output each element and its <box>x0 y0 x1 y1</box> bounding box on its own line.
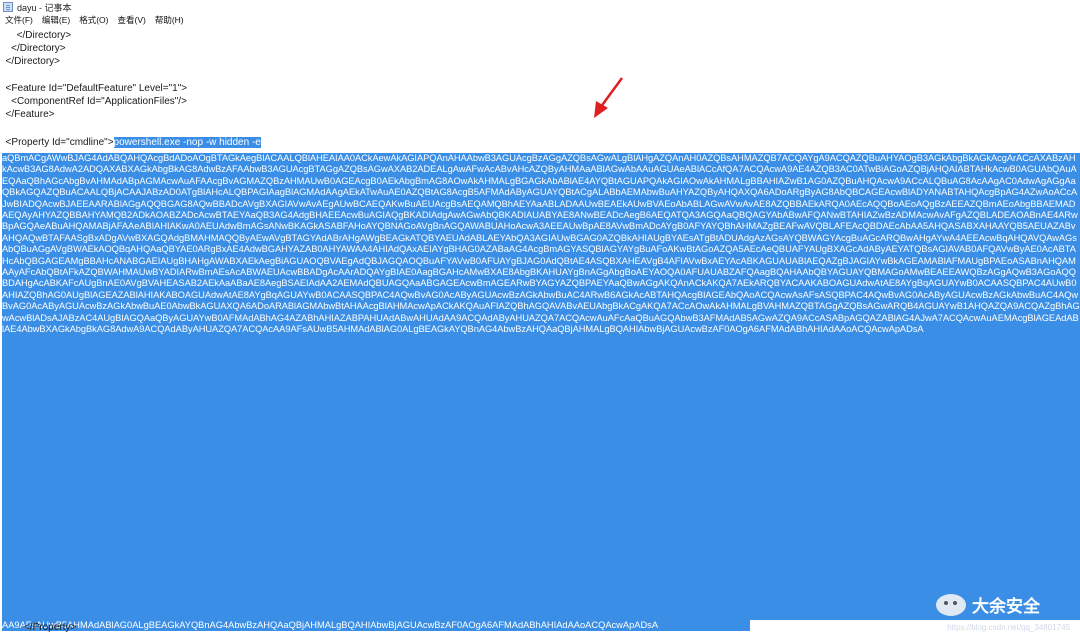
arrow-head <box>594 101 608 118</box>
csdn-url: https://blog.csdn.net/qq_34801745 <box>947 623 1070 632</box>
watermark-text: 大余安全 <box>972 597 1040 616</box>
arrow-shaft <box>598 77 624 109</box>
watermark: 大余安全 <box>936 592 1040 617</box>
wechat-logo-icon <box>936 593 966 616</box>
red-arrow-icon <box>594 77 624 118</box>
